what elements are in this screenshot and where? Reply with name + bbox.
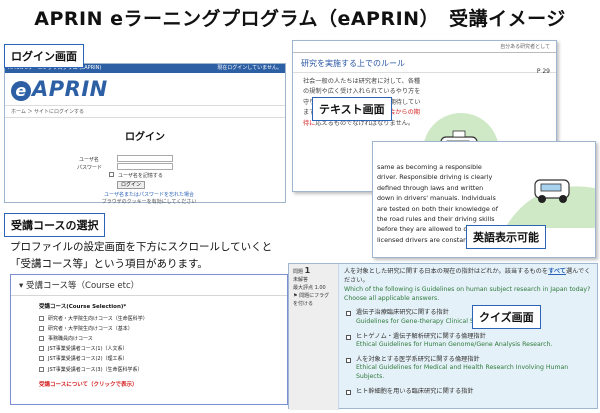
question-status: 未解答 [293, 277, 309, 283]
chevron-down-icon: ▾ [19, 281, 26, 291]
logo-text: APRIN [32, 77, 108, 101]
remember-checkbox[interactable] [109, 172, 114, 177]
answer-option[interactable]: 人を対象とする医学系研究に関する倫理指針 Ethical Guidelines f… [344, 356, 594, 382]
label-login-screen: ログイン画面 [4, 44, 84, 68]
question-text-before: 人を対象とした研究に関する日本の現在の指針はどれか。該当するものを [344, 268, 549, 275]
answer-option[interactable]: ヒト幹細胞を用いる臨床研究に関する指針 [344, 388, 594, 397]
remember-label: ユーザ名を記憶する [118, 173, 163, 179]
password-field: パスワード [77, 164, 102, 171]
question-content: 人を対象とした研究に関する日本の現在の指針はどれか。該当するものをすべて選んでく… [344, 268, 594, 396]
course-checkbox[interactable] [39, 325, 44, 331]
answer-checkbox[interactable] [346, 389, 351, 395]
course-checkbox[interactable] [39, 335, 44, 341]
username-label: ユーザ名 [79, 157, 99, 163]
course-option-label: JST事業受講者コース(3)（生命医科学系） [48, 366, 143, 373]
answer-text-jp: ヒト幹細胞を用いる臨床研究に関する指針 [356, 387, 474, 395]
login-links: ユーザ名またはパスワードを忘れた場合 ブラウザのクッキーを有効にしてください [99, 191, 199, 205]
question-info: 問題 1 未解答 最大評点 1.00 ⚑ 問題にフラグを付ける [289, 264, 339, 410]
course-selection-panel: ▾ 受講コース等（Course etc） 受講コース(Course Select… [10, 274, 288, 405]
login-topbar-status[interactable]: 現在ログインしていません。 [217, 64, 282, 73]
login-screen-panel: APRIN eラーニングプログラム (eAPRIN) 現在ログインしていません。… [4, 63, 286, 205]
label-english-display: 英語表示可能 [466, 225, 546, 249]
label-course-selection: 受講コースの選択 [4, 213, 106, 237]
course-checkbox[interactable] [39, 346, 44, 352]
answer-option[interactable]: ヒトゲノム・遺伝子解析研究に関する倫理指針 Ethical Guidelines … [344, 333, 594, 350]
question-number: 1 [304, 266, 311, 275]
label-quiz-screen: クイズ画面 [472, 305, 541, 329]
username-input[interactable] [117, 155, 173, 162]
text-panel-title: 研究を実施する上でのルール [293, 53, 556, 73]
question-score: 最大評点 1.00 [293, 285, 326, 291]
forgot-password-link[interactable]: ユーザ名またはパスワードを忘れた場合 [99, 191, 199, 198]
password-input[interactable] [117, 163, 173, 170]
course-option[interactable]: JST事業受講者コース(1)（人文系） [11, 344, 287, 354]
eaprin-logo: e APRIN [5, 73, 285, 101]
car-icon [505, 179, 595, 228]
question-text-emphasis: すべて [548, 268, 566, 275]
remember-username[interactable]: ユーザ名を記憶する [109, 172, 163, 179]
course-checkbox[interactable] [39, 315, 44, 321]
course-selection-label: 受講コース(Course Selection)* [39, 304, 127, 310]
question-label: 問題 [293, 269, 304, 275]
text-panel-header: 自分ある研究者として [293, 41, 556, 53]
course-section-title: 受講コース等（Course etc） [25, 281, 140, 291]
page-title: APRIN eラーニングプログラム（eAPRIN） 受講イメージ [34, 8, 566, 30]
username-field: ユーザ名 [79, 155, 173, 163]
answer-checkbox[interactable] [346, 357, 351, 363]
course-option-label: JST事業受講者コース(2)（理工系） [48, 356, 128, 363]
course-option[interactable]: 研究者・大学院生向けコース（生命医科学） [11, 313, 287, 323]
answer-option[interactable]: 遺伝子治療臨床研究に関する指針 Guidelines for Gene-thera… [344, 309, 594, 326]
answer-text-en: Ethical Guidelines for Human Genome/Gene… [356, 341, 553, 349]
course-option[interactable]: 事務職員向けコース [11, 333, 287, 343]
question-heading: 問題 1 [293, 267, 334, 276]
quiz-screen-panel: 問題 1 未解答 最大評点 1.00 ⚑ 問題にフラグを付ける 人を対象とした研… [288, 263, 598, 410]
course-checkbox[interactable] [39, 356, 44, 362]
course-section-header[interactable]: ▾ 受講コース等（Course etc） [11, 275, 287, 296]
answer-text-jp: 人を対象とする医学系研究に関する倫理指針 [356, 355, 480, 363]
question-text-jp: 人を対象とした研究に関する日本の現在の指針はどれか。該当するものをすべて選んでく… [344, 268, 594, 285]
question-text-en: Which of the following is Guidelines on … [344, 286, 591, 302]
course-description: プロファイルの設定画面を下方にスクロールしていくと「受講コース等」という項目があ… [10, 241, 273, 270]
course-info-link[interactable]: 受講コースについて（クリックで表示） [11, 374, 287, 388]
flag-label: 問題にフラグを付ける [293, 293, 330, 307]
cookie-notice: ブラウザのクッキーを有効にしてください [101, 199, 197, 205]
course-option-label: 事務職員向けコース [48, 335, 93, 342]
course-option[interactable]: JST事業受講者コース(3)（生命医科学系） [11, 364, 287, 374]
label-text-screen: テキスト画面 [312, 97, 392, 121]
answer-text-jp: ヒトゲノム・遺伝子解析研究に関する倫理指針 [356, 332, 486, 340]
course-option[interactable]: JST事業受講者コース(2)（理工系） [11, 354, 287, 364]
course-option-label: 研究者・大学院生向けコース（基本） [48, 325, 133, 332]
logo-e-icon: e [11, 81, 31, 101]
course-option-label: 研究者・大学院生向けコース（生命医科学） [48, 315, 148, 322]
password-label: パスワード [77, 165, 103, 171]
login-heading: ログイン [125, 132, 165, 143]
answer-text-en: Ethical Guidelines for Medical and Healt… [356, 364, 569, 380]
breadcrumb[interactable]: ホーム ＞ サイトにログインする [5, 105, 285, 118]
course-option[interactable]: 研究者・大学院生向けコース（基本） [11, 323, 287, 333]
page-number: P 29 [536, 68, 550, 75]
login-button[interactable]: ログイン [117, 181, 145, 189]
flag-question[interactable]: ⚑ 問題にフラグを付ける [293, 292, 334, 308]
answer-checkbox[interactable] [346, 311, 351, 317]
course-checkbox[interactable] [39, 366, 44, 372]
course-option-label: JST事業受講者コース(1)（人文系） [48, 346, 128, 353]
answer-checkbox[interactable] [346, 334, 351, 340]
